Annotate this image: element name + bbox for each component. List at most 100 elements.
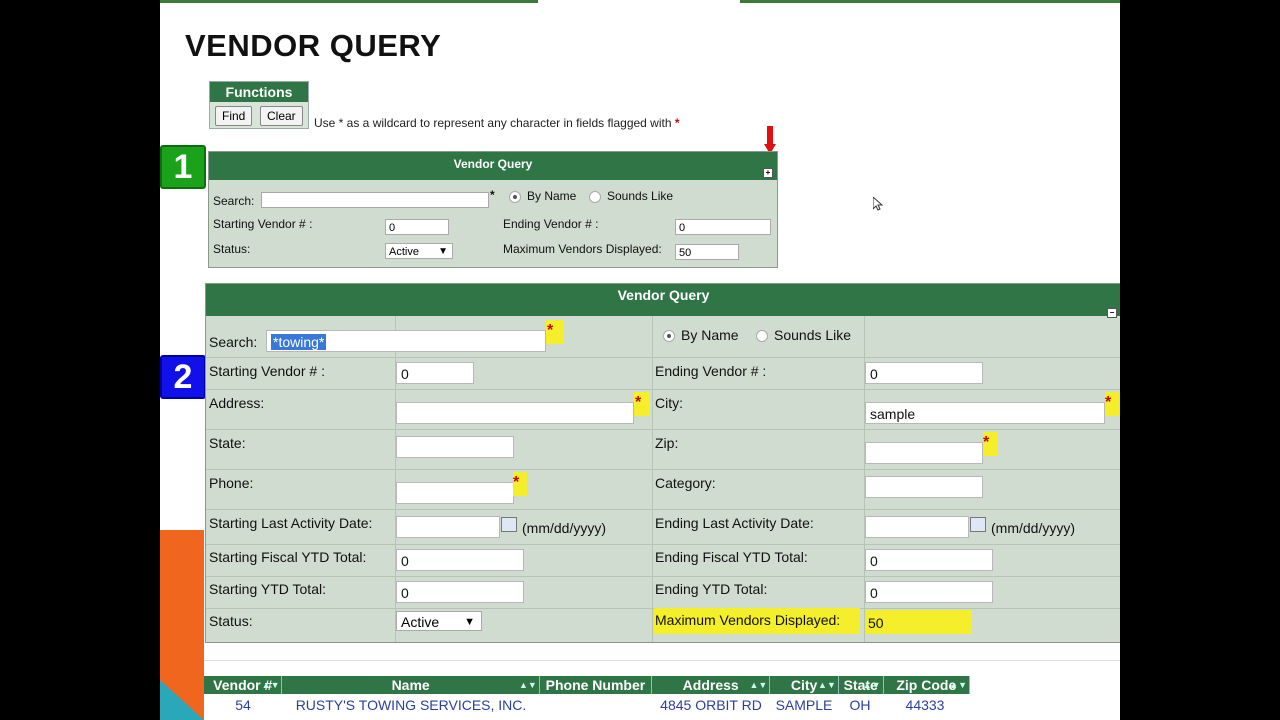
max-vendors-input[interactable]: 50 (675, 244, 739, 260)
column-zip[interactable]: Zip Code ▲▼ (884, 676, 971, 694)
starting-vendor-label: Starting Vendor # : (209, 363, 325, 379)
zip-input[interactable] (865, 442, 983, 464)
starting-ytd-input[interactable]: 0 (396, 581, 524, 603)
column-vendor[interactable]: Vendor # ▲▼ (204, 676, 283, 694)
expand-icon[interactable]: + (763, 168, 773, 178)
calendar-icon[interactable] (501, 517, 517, 532)
date-format-hint: (mm/dd/yyyy) (991, 520, 1075, 536)
zip-flag: * (983, 434, 990, 451)
starting-activity-input[interactable] (396, 516, 500, 538)
cell-phone (540, 694, 652, 716)
divider (204, 660, 1120, 661)
phone-input[interactable] (396, 482, 514, 504)
panel-header: Vendor Query + (209, 152, 777, 180)
by-name-radio[interactable]: By Name (509, 189, 576, 203)
column-city[interactable]: City ▲▼ (770, 676, 839, 694)
phone-label: Phone: (209, 475, 254, 491)
collapse-icon[interactable]: − (1107, 308, 1117, 318)
starting-vendor-input[interactable]: 0 (396, 362, 474, 384)
cell-vendor: 54 (235, 697, 251, 713)
status-label: Status: (209, 613, 253, 629)
starting-fiscal-label: Starting Fiscal YTD Total: (209, 549, 367, 565)
panel-header: Vendor Query − (206, 284, 1120, 318)
ending-fiscal-label: Ending Fiscal YTD Total: (655, 549, 808, 565)
search-input[interactable]: *towing* (266, 330, 546, 352)
ending-ytd-label: Ending YTD Total: (655, 581, 768, 597)
sounds-like-radio[interactable]: Sounds Like (589, 189, 673, 203)
ending-fiscal-input[interactable]: 0 (865, 549, 993, 571)
max-vendors-input[interactable]: 50 (868, 615, 884, 631)
search-label: Search: (209, 334, 258, 350)
panel-title: Vendor Query (453, 157, 533, 171)
results-header: Vendor # ▲▼ Name ▲▼ Phone Number Address ▲▼… (204, 676, 971, 694)
starting-fiscal-input[interactable]: 0 (396, 549, 524, 571)
column-phone[interactable]: Phone Number (540, 676, 653, 694)
address-input[interactable] (396, 402, 634, 424)
top-border (160, 0, 1120, 3)
vendor-query-panel-collapsed: Vendor Query + Search: * By Name Sounds … (208, 151, 778, 268)
step-badge-1: 1 (160, 145, 206, 189)
search-flag: * (490, 188, 495, 202)
ending-vendor-label: Ending Vendor # : (655, 363, 767, 379)
starting-vendor-input[interactable]: 0 (385, 219, 449, 235)
status-select[interactable]: Active ▼ (396, 611, 482, 631)
category-label: Category: (655, 475, 716, 491)
slide: VENDOR QUERY 1 2 Functions Find Clear Us… (160, 0, 1120, 720)
ending-vendor-input[interactable]: 0 (675, 219, 771, 235)
ending-vendor-input[interactable]: 0 (865, 362, 983, 384)
search-flag: * (547, 322, 554, 339)
ending-vendor-label: Ending Vendor # : (503, 217, 599, 231)
radio-icon (756, 330, 768, 343)
radio-icon (589, 190, 601, 203)
teal-decoration (160, 680, 204, 720)
page-title: VENDOR QUERY (185, 28, 442, 63)
by-name-radio[interactable]: By Name (663, 327, 739, 343)
vendor-query-panel-expanded: Vendor Query − Search: *towing* * By Nam… (205, 283, 1120, 643)
cell-address: 4845 ORBIT RD (660, 697, 762, 713)
clear-button[interactable]: Clear (260, 106, 303, 126)
ending-activity-input[interactable] (865, 516, 969, 538)
address-flag: * (635, 394, 642, 411)
ending-activity-label: Ending Last Activity Date: (655, 515, 814, 531)
results-table: Vendor # ▲▼ Name ▲▼ Phone Number Address ▲▼… (204, 676, 971, 716)
state-input[interactable] (396, 436, 514, 458)
city-flag: * (1105, 394, 1112, 411)
radio-icon (663, 330, 675, 343)
zip-label: Zip: (655, 435, 679, 451)
search-input[interactable] (261, 192, 489, 208)
wildcard-hint: Use * as a wildcard to represent any cha… (314, 116, 680, 130)
starting-activity-label: Starting Last Activity Date: (209, 515, 373, 531)
phone-flag: * (513, 474, 520, 491)
wildcard-hint-text: Use * as a wildcard to represent any cha… (314, 116, 672, 130)
state-label: State: (209, 435, 246, 451)
max-vendors-label: Maximum Vendors Displayed: (655, 612, 841, 628)
mouse-cursor-icon (873, 197, 883, 211)
ending-ytd-input[interactable]: 0 (865, 581, 993, 603)
step-badge-2: 2 (160, 355, 206, 399)
category-input[interactable] (865, 476, 983, 498)
cell-zip: 44333 (905, 697, 945, 713)
wildcard-flag: * (674, 116, 680, 130)
city-label: City: (655, 395, 683, 411)
max-vendors-label: Maximum Vendors Displayed: (503, 242, 662, 256)
starting-vendor-label: Starting Vendor # : (213, 217, 313, 231)
starting-ytd-label: Starting YTD Total: (209, 581, 326, 597)
find-button[interactable]: Find (215, 106, 253, 126)
cell-city: SAMPLE (775, 697, 833, 713)
city-input[interactable]: sample (865, 402, 1105, 424)
column-address[interactable]: Address ▲▼ (652, 676, 771, 694)
date-format-hint: (mm/dd/yyyy) (522, 520, 606, 536)
address-label: Address: (209, 395, 265, 411)
status-select[interactable]: Active ▼ (385, 243, 453, 259)
column-state[interactable]: State ▲▼ (839, 676, 884, 694)
status-label: Status: (213, 242, 251, 256)
table-row[interactable]: 54 RUSTY'S TOWING SERVICES, INC. 4845 OR… (204, 694, 970, 716)
radio-icon (509, 190, 521, 203)
search-label: Search: (213, 194, 255, 208)
panel-title: Vendor Query (617, 287, 710, 303)
calendar-icon[interactable] (970, 517, 986, 532)
cell-state: OH (849, 697, 871, 713)
cell-name[interactable]: RUSTY'S TOWING SERVICES, INC. (282, 694, 540, 716)
column-name[interactable]: Name ▲▼ (282, 676, 540, 694)
sounds-like-radio[interactable]: Sounds Like (756, 327, 851, 343)
